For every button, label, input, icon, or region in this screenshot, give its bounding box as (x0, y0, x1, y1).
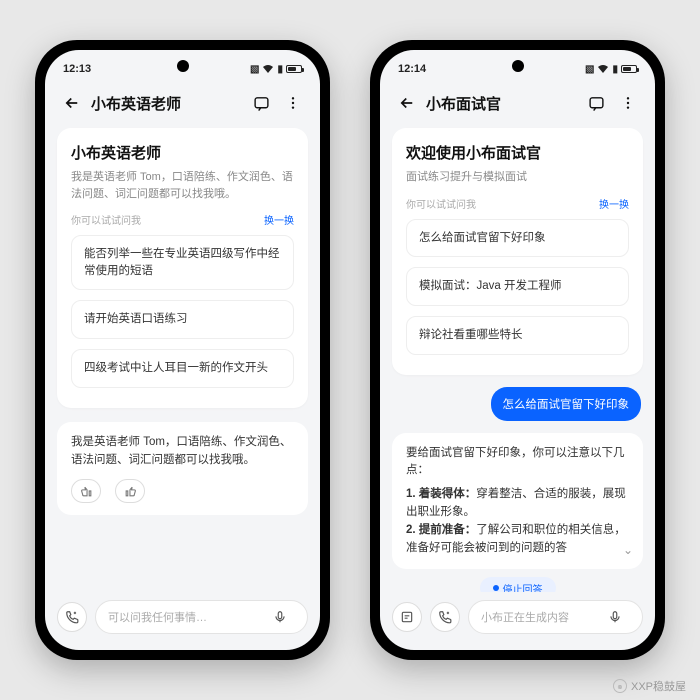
suggestion-chip[interactable]: 模拟面试：Java 开发工程师 (406, 267, 629, 306)
user-message: 怎么给面试官留下好印象 (491, 387, 642, 421)
back-button[interactable] (59, 90, 85, 116)
mic-icon[interactable] (600, 610, 630, 624)
intro-title: 小布英语老师 (71, 142, 294, 163)
camera-punch-hole (177, 60, 189, 72)
suggestion-chip[interactable]: 四级考试中让人耳目一新的作文开头 (71, 349, 294, 388)
intro-title: 欢迎使用小布面试官 (406, 142, 629, 163)
nav-bar: 小布英语老师 (45, 84, 320, 122)
status-indicators: ▧ ▮ (585, 64, 637, 75)
assistant-message: 我是英语老师 Tom，口语陪练、作文润色、语法问题、词汇问题都可以找我哦。 (57, 422, 308, 516)
input-placeholder: 可以问我任何事情… (108, 609, 207, 625)
wifi-icon (262, 64, 274, 74)
message-input[interactable]: 小布正在生成内容 (468, 600, 643, 634)
screen: 12:13 ▧ ▮ 小布英语老师 小布英 (45, 50, 320, 650)
nfc-icon: ▧ (250, 64, 259, 75)
status-indicators: ▧ ▮ (250, 64, 302, 75)
watermark: ๏ XXP稳鼓屋 (613, 678, 686, 694)
chat-content: 小布英语老师 我是英语老师 Tom，口语陪练、作文润色、语法问题、词汇问题都可以… (45, 122, 320, 592)
mic-icon[interactable] (265, 610, 295, 624)
more-button[interactable] (615, 90, 641, 116)
input-placeholder: 小布正在生成内容 (481, 609, 569, 625)
voice-call-button[interactable] (57, 602, 87, 632)
thumbs-down-button[interactable] (71, 479, 101, 503)
input-bar: 可以问我任何事情… (45, 592, 320, 650)
nav-bar: 小布面试官 (380, 84, 655, 122)
intro-subtitle: 我是英语老师 Tom，口语陪练、作文润色、语法问题、词汇问题都可以找我哦。 (71, 169, 294, 202)
input-bar: 小布正在生成内容 (380, 592, 655, 650)
message-input[interactable]: 可以问我任何事情… (95, 600, 308, 634)
voice-call-button[interactable] (430, 602, 460, 632)
stop-icon (493, 585, 499, 591)
page-title: 小布面试官 (426, 93, 577, 114)
nfc-icon: ▧ (585, 64, 594, 75)
thumbs-up-button[interactable] (115, 479, 145, 503)
answer-intro: 要给面试官留下好印象，你可以注意以下几点： (406, 445, 629, 481)
intro-card: 欢迎使用小布面试官 面试练习提升与模拟面试 你可以试试问我 换一换 怎么给面试官… (392, 128, 643, 375)
stop-generating-button[interactable]: 停止回答 (480, 577, 556, 592)
wifi-icon (597, 64, 609, 74)
screen: 12:14 ▧ ▮ 小布面试官 欢迎使用 (380, 50, 655, 650)
back-button[interactable] (394, 90, 420, 116)
refresh-suggestions[interactable]: 换一换 (599, 196, 629, 211)
refresh-suggestions[interactable]: 换一换 (264, 212, 294, 227)
suggestion-chip[interactable]: 怎么给面试官留下好印象 (406, 219, 629, 258)
battery-icon (286, 65, 302, 73)
signal-icon: ▮ (277, 64, 283, 75)
new-chat-button[interactable] (248, 90, 274, 116)
stop-label: 停止回答 (503, 581, 543, 592)
expand-icon[interactable]: ⌄ (623, 541, 633, 560)
status-time: 12:14 (398, 63, 426, 75)
intro-card: 小布英语老师 我是英语老师 Tom，口语陪练、作文润色、语法问题、词汇问题都可以… (57, 128, 308, 408)
assistant-text: 我是英语老师 Tom，口语陪练、作文润色、语法问题、词汇问题都可以找我哦。 (71, 436, 291, 466)
watermark-icon: ๏ (613, 679, 627, 693)
phone-right: 12:14 ▧ ▮ 小布面试官 欢迎使用 (370, 40, 665, 660)
phone-left: 12:13 ▧ ▮ 小布英语老师 小布英 (35, 40, 330, 660)
feedback-row (71, 479, 294, 503)
suggestion-chip[interactable]: 请开始英语口语练习 (71, 300, 294, 339)
suggestion-chip[interactable]: 能否列举一些在专业英语四级写作中经常使用的短语 (71, 235, 294, 290)
camera-punch-hole (512, 60, 524, 72)
attachment-button[interactable] (392, 602, 422, 632)
page-title: 小布英语老师 (91, 93, 242, 114)
new-chat-button[interactable] (583, 90, 609, 116)
answer-point-2: 2. 提前准备：了解公司和职位的相关信息，准备好可能会被问到的问题的答 (406, 522, 629, 558)
suggestion-hint: 你可以试试问我 (406, 196, 476, 211)
suggestion-chip[interactable]: 辩论社看重哪些特长 (406, 316, 629, 355)
answer-point-1: 1. 着装得体：穿着整洁、合适的服装，展现出职业形象。 (406, 486, 629, 522)
status-time: 12:13 (63, 63, 91, 75)
intro-subtitle: 面试练习提升与模拟面试 (406, 169, 629, 186)
watermark-text: XXP稳鼓屋 (631, 678, 686, 694)
battery-icon (621, 65, 637, 73)
assistant-answer: 要给面试官留下好印象，你可以注意以下几点： 1. 着装得体：穿着整洁、合适的服装… (392, 433, 643, 570)
signal-icon: ▮ (612, 64, 618, 75)
suggestion-hint: 你可以试试问我 (71, 212, 141, 227)
chat-content: 欢迎使用小布面试官 面试练习提升与模拟面试 你可以试试问我 换一换 怎么给面试官… (380, 122, 655, 592)
more-button[interactable] (280, 90, 306, 116)
